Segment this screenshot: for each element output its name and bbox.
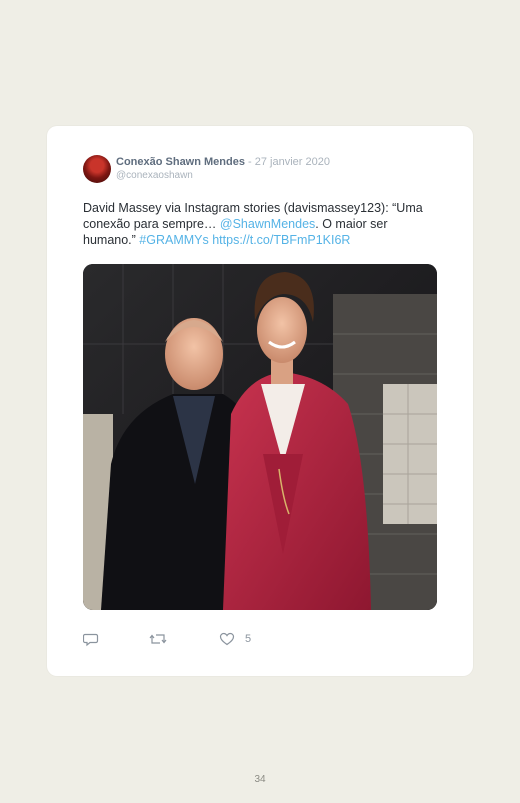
author-separator: - [244,156,255,168]
photo-illustration [83,264,437,610]
like-button[interactable]: 5 [219,631,251,647]
tweet-date[interactable]: 27 janvier 2020 [255,156,330,168]
retweet-button[interactable] [149,631,167,647]
url-link[interactable]: https://t.co/TBFmP1KI6R [212,233,350,247]
tweet-text: David Massey via Instagram stories (davi… [83,200,433,248]
avatar[interactable] [83,155,111,183]
reply-button[interactable] [83,631,99,647]
author-name[interactable]: Conexão Shawn Mendes [116,156,245,168]
tweet-photo[interactable] [83,264,437,610]
author-handle[interactable]: @conexaoshawn [116,170,193,181]
page-number: 34 [254,774,266,785]
hashtag-link[interactable]: #GRAMMYs [139,233,208,247]
mention-link[interactable]: @ShawnMendes [220,217,315,231]
tweet-actions: 5 [83,631,383,649]
tweet-author-line: Conexão Shawn Mendes - 27 janvier 2020 [116,156,330,169]
retweet-icon [149,634,167,644]
like-count: 5 [245,633,252,645]
heart-icon [219,632,235,646]
reply-icon [83,633,99,647]
tweet-card: Conexão Shawn Mendes - 27 janvier 2020 @… [47,126,473,676]
